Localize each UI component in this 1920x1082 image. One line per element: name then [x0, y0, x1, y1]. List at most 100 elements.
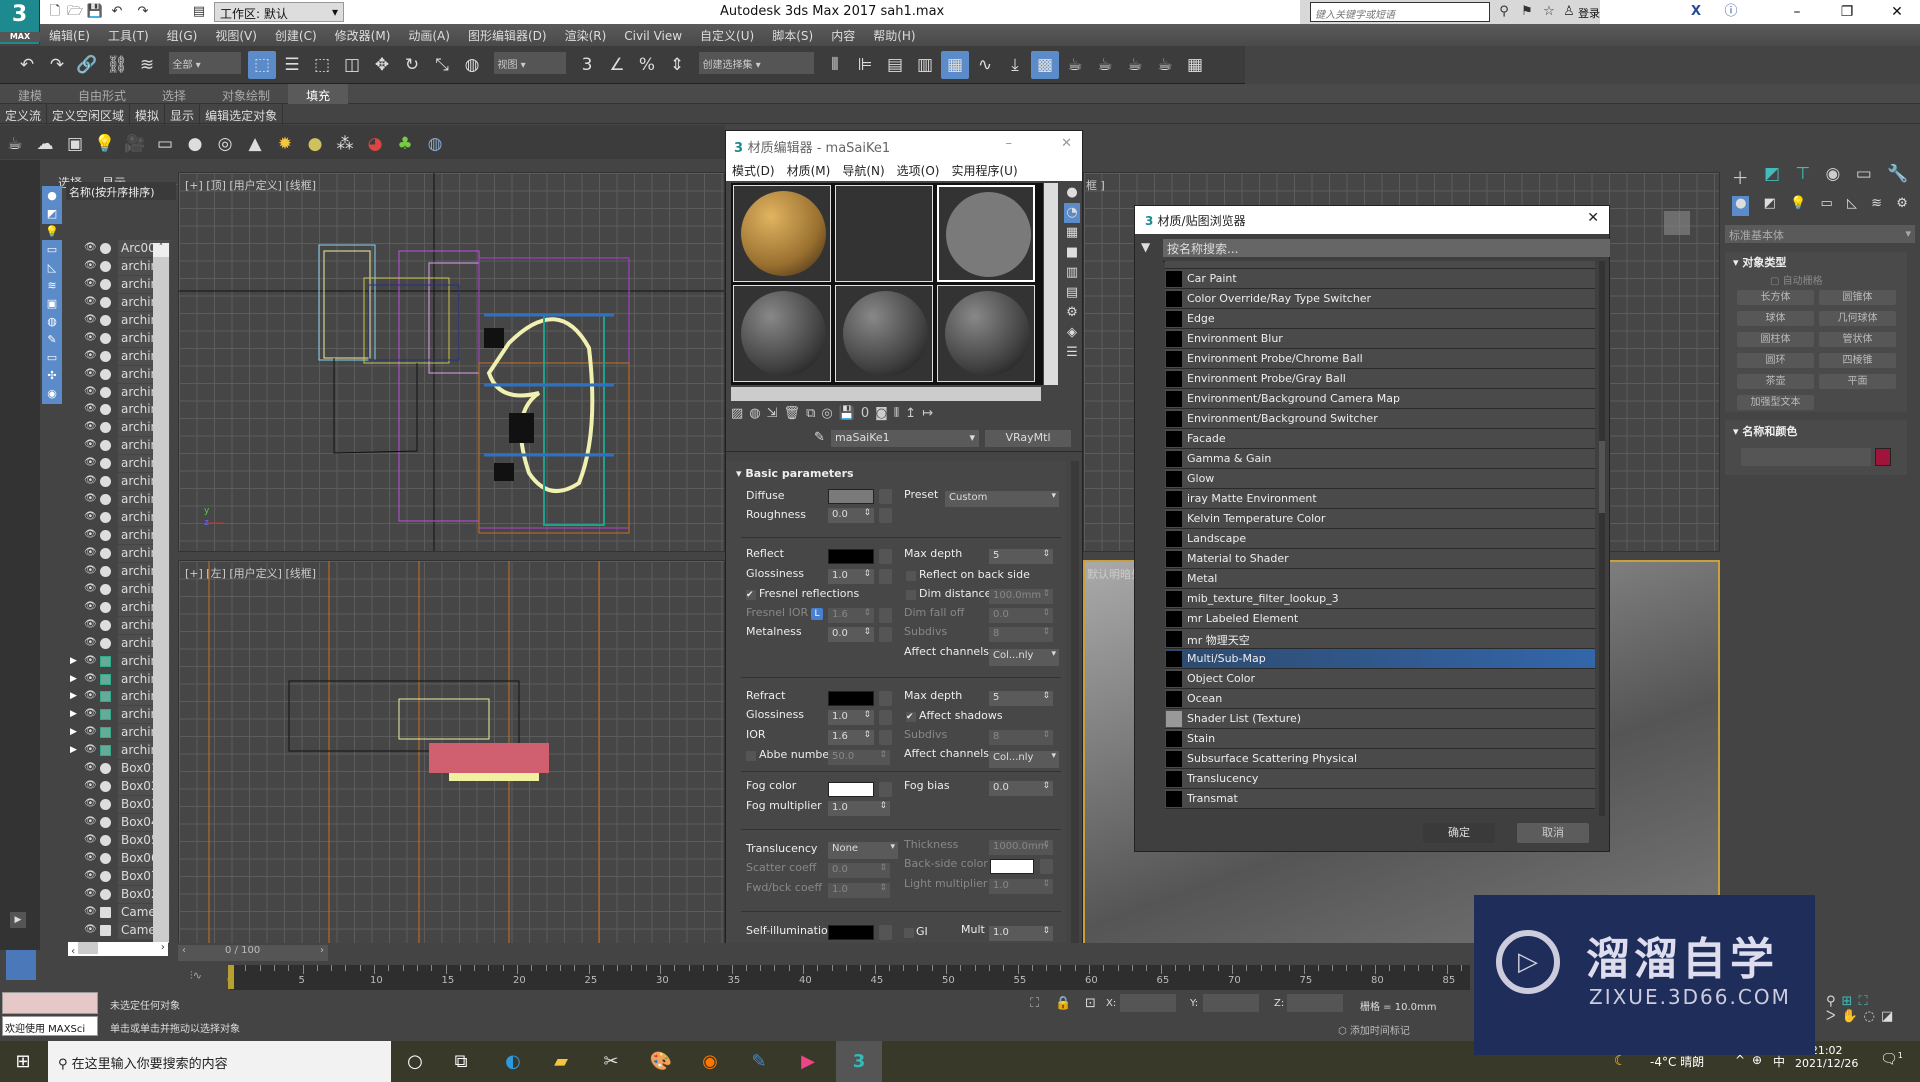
params-scrollbar[interactable]	[1071, 461, 1079, 951]
select-object-icon[interactable]: ⬚	[248, 51, 276, 79]
visibility-eye-icon[interactable]: 👁	[84, 798, 97, 809]
visibility-eye-icon[interactable]: 👁	[84, 583, 97, 594]
redo-quick-icon[interactable]: ↷	[134, 3, 152, 21]
close-icon[interactable]: ✕	[1587, 210, 1599, 226]
editor-app-icon[interactable]: ✎	[746, 1049, 772, 1075]
visibility-eye-icon[interactable]: 👁	[84, 601, 97, 612]
zoom-extents-icon[interactable]: ⛶	[1858, 994, 1873, 1009]
undo-quick-icon[interactable]: ↶	[108, 3, 126, 21]
assign-material-icon[interactable]: ⇲	[767, 406, 784, 421]
workspace-dropdown[interactable]: 工作区: 默认 ▾	[214, 2, 344, 22]
shapes-icon[interactable]: ◩	[1764, 196, 1776, 216]
subscription-icon[interactable]: ⚑	[1518, 3, 1536, 21]
task-view-icon[interactable]: ⧉	[448, 1049, 474, 1075]
light-icon[interactable]: 💡	[91, 130, 119, 158]
ribbon-subtab[interactable]: 定义流	[0, 104, 48, 127]
unique-icon[interactable]: ◎	[821, 406, 838, 421]
map-list-item[interactable]: Environment Probe/Gray Ball	[1165, 369, 1595, 389]
translucency-dropdown[interactable]: None	[828, 842, 898, 859]
map-list-item[interactable]: Shader List (Texture)	[1165, 709, 1595, 729]
ribbon-subtab[interactable]: 定义空闲区域	[47, 104, 131, 127]
fresnel-ior-lock-button[interactable]: L	[811, 608, 823, 620]
material-navigator-icon[interactable]: ☰	[1064, 343, 1080, 363]
save-icon[interactable]: 💾	[86, 3, 104, 21]
unlink-icon[interactable]: ⛓	[103, 51, 131, 79]
exchange-icon[interactable]: X	[1687, 3, 1705, 21]
expand-arrow-icon[interactable]: ▶	[70, 656, 77, 666]
maxscript-listener-mini[interactable]	[2, 992, 98, 1014]
material-editor-menu-item[interactable]: 模式(D)	[726, 159, 781, 182]
map-list-item[interactable]: Kelvin Temperature Color	[1165, 509, 1595, 529]
time-slider[interactable]: ‹ 0 / 100 ›	[178, 945, 328, 961]
create-object-button[interactable]: 球体	[1737, 311, 1814, 326]
filter-particles-icon[interactable]: ✣	[42, 366, 62, 386]
sample-type-icon[interactable]: ●	[1064, 183, 1080, 203]
layer-icon[interactable]: ▤	[881, 51, 909, 79]
self-illumination-swatch[interactable]	[828, 925, 874, 940]
map-list-item[interactable]: Ocean	[1165, 689, 1595, 709]
minimize-button[interactable]: –	[1774, 0, 1820, 24]
create-object-button[interactable]: 茶壶	[1737, 374, 1814, 389]
spinner-snap-icon[interactable]: ⇕	[663, 51, 691, 79]
map-list-item[interactable]: Environment Blur	[1165, 329, 1595, 349]
viewport-top[interactable]: [+] [顶] [用户定义] [线框] yz	[178, 172, 725, 552]
map-list-item[interactable]: Multi/Sub-Map	[1165, 649, 1595, 669]
firefox-icon[interactable]: ◉	[697, 1049, 723, 1075]
binoculars-icon[interactable]: ⚲	[1495, 3, 1513, 21]
camera-icon[interactable]: 🎥	[121, 130, 149, 158]
render-cloud-icon[interactable]: ☕	[1151, 51, 1179, 79]
reflect-affect-channels-dropdown[interactable]: Col...nly	[989, 649, 1059, 666]
menu-item[interactable]: 自定义(U)	[691, 24, 763, 47]
pan-icon[interactable]: ✋	[1841, 1009, 1863, 1024]
roughness-spinner[interactable]: 0.0	[828, 508, 874, 523]
curve-editor-icon[interactable]: ∿	[971, 51, 999, 79]
reflect-map-button[interactable]	[879, 549, 892, 564]
map-list-item[interactable]: Facade	[1165, 429, 1595, 449]
user-icon[interactable]: ♙	[1560, 3, 1578, 21]
sun-icon[interactable]: ✹	[271, 130, 299, 158]
sample-slot-2[interactable]	[835, 185, 933, 282]
paint-icon[interactable]: 🎨	[648, 1049, 674, 1075]
map-list-item[interactable]: Subsurface Scattering Physical	[1165, 749, 1595, 769]
slots-hscrollbar[interactable]	[731, 387, 1041, 401]
dim-distance-spinner[interactable]: 100.0mm	[989, 589, 1053, 604]
undo-icon[interactable]: ↶	[13, 51, 41, 79]
helpers-icon[interactable]: ◺	[1847, 196, 1857, 216]
explorer-scrollbar[interactable]: ˄	[153, 243, 169, 943]
visibility-eye-icon[interactable]: 👁	[84, 493, 97, 504]
menu-item[interactable]: 编辑(E)	[40, 24, 99, 47]
maxscript-input[interactable]: 欢迎使用 MAXSci	[2, 1016, 98, 1036]
cortana-icon[interactable]: ○	[402, 1049, 428, 1075]
uv-tiling-icon[interactable]: ■	[1064, 243, 1080, 263]
put-to-scene-icon[interactable]: ◍	[749, 406, 766, 421]
visibility-eye-icon[interactable]: 👁	[84, 242, 97, 253]
schematic-icon[interactable]: ⤓	[1001, 51, 1029, 79]
lights-icon[interactable]: 💡	[1790, 196, 1806, 216]
map-list-item[interactable]: Edge	[1165, 309, 1595, 329]
visibility-eye-icon[interactable]: 👁	[84, 278, 97, 289]
visibility-eye-icon[interactable]: 👁	[84, 403, 97, 414]
autogrid-checkbox[interactable]: ▢ 自动栅格	[1770, 272, 1823, 287]
map-list-item[interactable]: Stain	[1165, 729, 1595, 749]
fov-icon[interactable]: ᐳ	[1826, 1009, 1841, 1024]
material-editor-menu-item[interactable]: 实用程序(U)	[945, 159, 1023, 182]
infocenter-search-input[interactable]: 键入关键字或短语	[1310, 2, 1490, 22]
next-frame-icon[interactable]: ›	[316, 945, 328, 956]
lock-selection-icon[interactable]: 🔒	[1055, 996, 1071, 1011]
sky-icon[interactable]: ●	[301, 130, 329, 158]
create-tab-icon[interactable]: ＋	[1732, 164, 1749, 190]
add-time-tag[interactable]: ⬡ 添加时间标记	[1338, 1022, 1410, 1037]
visibility-eye-icon[interactable]: 👁	[84, 816, 97, 827]
globe-icon[interactable]: ◍	[421, 130, 449, 158]
visibility-eye-icon[interactable]: 👁	[84, 852, 97, 863]
help-icon[interactable]: ⓘ	[1722, 3, 1740, 21]
thickness-spinner[interactable]: 1000.0mm	[989, 840, 1053, 855]
maximize-viewport-icon[interactable]: ◪	[1881, 1009, 1899, 1024]
cloud-icon[interactable]: ☁	[31, 130, 59, 158]
sample-slot-6[interactable]	[937, 285, 1035, 382]
visibility-eye-icon[interactable]: 👁	[84, 511, 97, 522]
y-coordinate-input[interactable]	[1203, 994, 1259, 1012]
fresnel-ior-spinner[interactable]: 1.6	[828, 608, 874, 623]
object-type-header[interactable]: ▾ 对象类型	[1733, 254, 1786, 270]
fog-map-button[interactable]	[879, 782, 892, 797]
